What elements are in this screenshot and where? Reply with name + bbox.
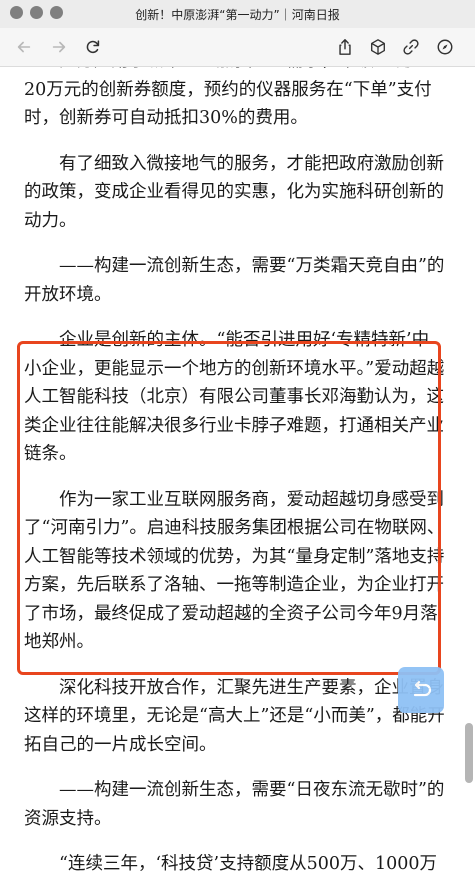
article-paragraph: 深化科技开放合作，汇聚先进生产要素，企业置身这样的环境里，无论是“高大上”还是“… bbox=[24, 677, 445, 755]
arrow-right-icon bbox=[52, 41, 66, 53]
article-paragraph: 企业是创新的主体。“能否引进用好‘专精特新’中小企业，更能显示一个地方的创新环境… bbox=[24, 330, 445, 464]
article-body: 充分应用于城市……加强企业需求，申领10万至20万元的创新券额度，预约的仪器服务… bbox=[24, 67, 446, 873]
article-viewport[interactable]: 充分应用于城市……加强企业需求，申领10万至20万元的创新券额度，预约的仪器服务… bbox=[0, 67, 475, 873]
article-paragraph: 充分应用于城市……加强企业需求，申领10万至20万元的创新券额度，预约的仪器服务… bbox=[24, 67, 432, 128]
window-title: 创新！中原澎湃“第一动力”｜河南日报 bbox=[135, 8, 340, 22]
scrollbar-thumb[interactable] bbox=[465, 723, 473, 783]
share-icon bbox=[339, 39, 351, 55]
cube-icon bbox=[371, 39, 385, 55]
article-paragraph: 作为一家工业互联网服务商，爱动超越切身感受到了“河南引力”。启迪科技服务集团根据… bbox=[24, 489, 445, 653]
arrow-left-icon bbox=[17, 41, 31, 53]
article-paragraph: “连续三年，‘科技贷’支持额度从500万、1000万 bbox=[59, 854, 438, 873]
compass-button[interactable] bbox=[434, 36, 456, 58]
return-arrow-icon bbox=[413, 680, 432, 697]
share-button[interactable] bbox=[334, 36, 356, 58]
link-icon bbox=[403, 39, 419, 55]
reload-icon bbox=[86, 40, 100, 54]
article-paragraph: ——构建一流创新生态，需要“日夜东流无歇时”的资源支持。 bbox=[24, 780, 445, 829]
article-paragraph: ——构建一流创新生态，需要“万类霜天竞自由”的开放环境。 bbox=[24, 256, 445, 305]
window-titlebar: 创新！中原澎湃“第一动力”｜河南日报 bbox=[0, 0, 475, 28]
article-paragraph: 有了细致入微接地气的服务，才能把政府激励创新的政策，变成企业看得见的实惠，化为实… bbox=[24, 153, 444, 231]
forward-button[interactable] bbox=[48, 36, 70, 58]
compass-icon bbox=[437, 39, 453, 55]
back-button[interactable] bbox=[13, 36, 35, 58]
browser-toolbar bbox=[0, 28, 475, 67]
return-button[interactable] bbox=[398, 667, 444, 713]
reload-button[interactable] bbox=[82, 36, 104, 58]
link-button[interactable] bbox=[400, 36, 422, 58]
extension-button[interactable] bbox=[367, 36, 389, 58]
